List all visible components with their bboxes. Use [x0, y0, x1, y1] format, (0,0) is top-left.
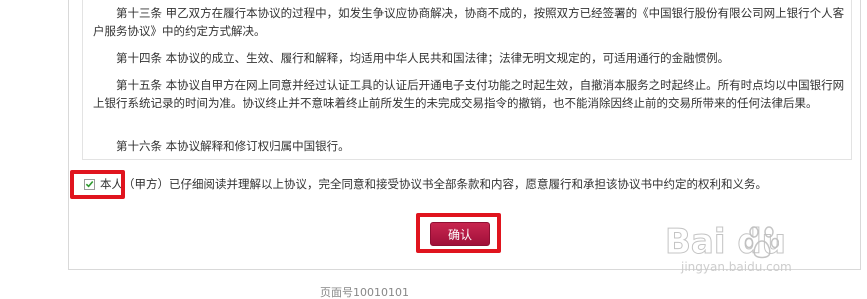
clause-13: 第十三条 甲乙双方在履行本协议的过程中，如发生争议应协商解决，协商不成的，按照双… — [93, 5, 845, 38]
page: 第十三条 甲乙双方在履行本协议的过程中，如发生争议应协商解决，协商不成的，按照双… — [0, 0, 867, 299]
clause-16: 第十六条 本协议解释和修订权归属中国银行。 — [116, 138, 350, 153]
page-number: 页面号10010101 — [320, 286, 409, 299]
consent-label: 本人（甲方）已仔细阅读并理解以上协议，完全同意和接受协议书全部条款和内容，愿意履… — [100, 177, 767, 191]
consent-row: 本人（甲方）已仔细阅读并理解以上协议，完全同意和接受协议书全部条款和内容，愿意履… — [84, 175, 767, 193]
confirm-button[interactable]: 确认 — [430, 222, 490, 246]
checkmark-icon — [85, 180, 94, 188]
consent-checkbox[interactable] — [84, 178, 95, 190]
clause-15: 第十五条 本协议自甲方在网上同意并经过认证工具的认证后开通电子支付功能之时起生效… — [93, 77, 845, 110]
agreement-text-box[interactable]: 第十三条 甲乙双方在履行本协议的过程中，如发生争议应协商解决，协商不成的，按照双… — [82, 0, 852, 160]
clause-14: 第十四条 本协议的成立、生效、履行和解释，均适用中华人民共和国法律；法律无明文规… — [116, 50, 730, 65]
